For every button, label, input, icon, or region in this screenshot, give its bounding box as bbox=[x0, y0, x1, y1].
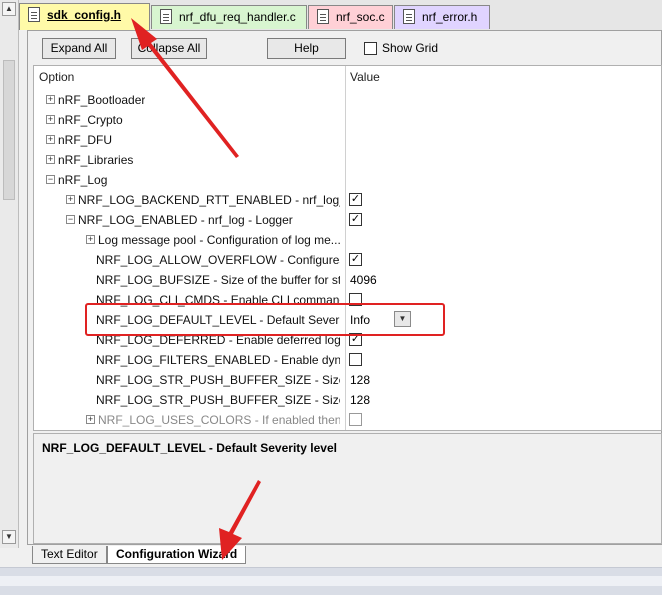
arrow-to-wizard-tab bbox=[219, 480, 261, 560]
annotation-arrows bbox=[131, 18, 261, 560]
arrow-to-tab bbox=[131, 18, 239, 158]
